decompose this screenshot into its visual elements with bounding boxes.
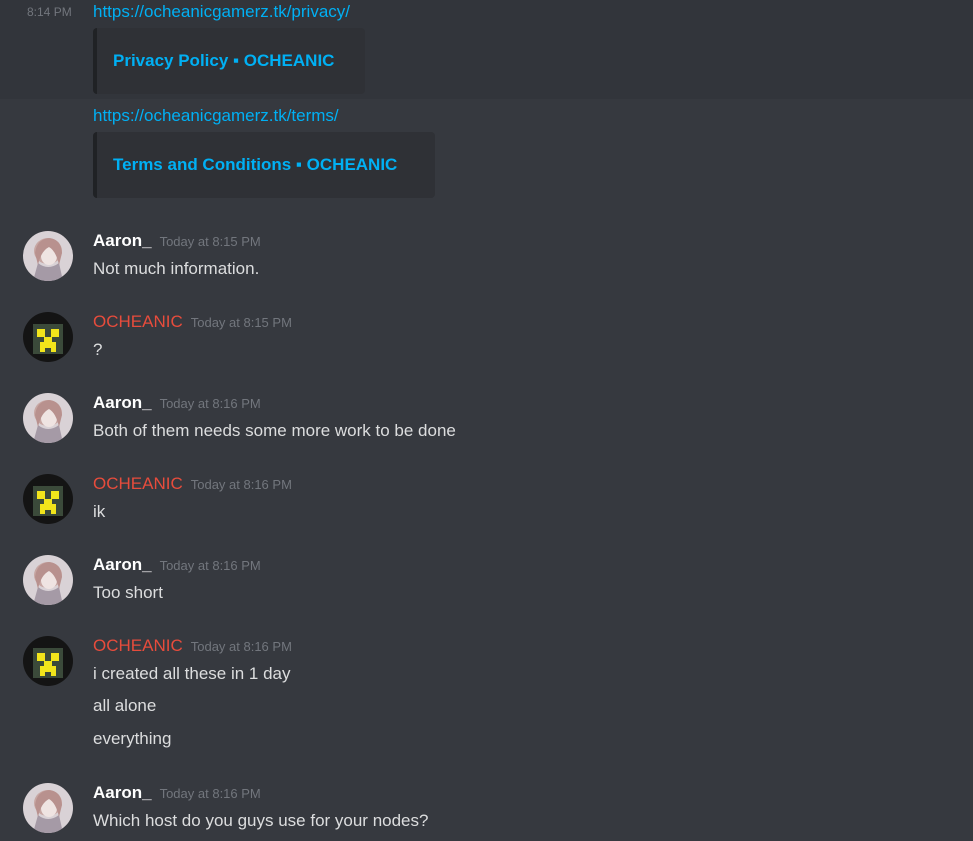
privacy-link[interactable]: https://ocheanicgamerz.tk/privacy/	[93, 2, 350, 22]
creeper-face-avatar-icon[interactable]	[23, 312, 73, 362]
message-text: ik	[93, 502, 106, 521]
message-header: OCHEANIC Today at 8:16 PM	[93, 636, 292, 656]
message-header: Aaron_ Today at 8:16 PM	[93, 783, 261, 803]
author-name[interactable]: Aaron_	[93, 393, 152, 412]
message-timestamp: 8:14 PM	[27, 5, 72, 19]
privacy-embed: Privacy Policy ▪ OCHEANIC	[93, 28, 365, 94]
anime-girl-avatar-icon[interactable]	[23, 231, 73, 281]
message-text: all alone	[93, 696, 157, 715]
anime-girl-avatar-icon[interactable]	[23, 783, 73, 833]
author-name[interactable]: OCHEANIC	[93, 312, 183, 331]
message-header: Aaron_ Today at 8:15 PM	[93, 231, 261, 251]
message-text: Which host do you guys use for your node…	[93, 811, 429, 830]
author-name[interactable]: OCHEANIC	[93, 474, 183, 493]
message-text: Not much information.	[93, 259, 260, 278]
message-time: Today at 8:16 PM	[190, 639, 292, 654]
message-text: everything	[93, 729, 172, 748]
author-name[interactable]: Aaron_	[93, 783, 152, 802]
creeper-face-avatar-icon[interactable]	[23, 474, 73, 524]
message-time: Today at 8:15 PM	[190, 315, 292, 330]
author-name[interactable]: OCHEANIC	[93, 636, 183, 655]
message-text: ?	[93, 340, 103, 359]
message-header: Aaron_ Today at 8:16 PM	[93, 393, 261, 413]
anime-girl-avatar-icon[interactable]	[23, 393, 73, 443]
message-time: Today at 8:16 PM	[190, 477, 292, 492]
author-name[interactable]: Aaron_	[93, 555, 152, 574]
author-name[interactable]: Aaron_	[93, 231, 152, 250]
message-time: Today at 8:16 PM	[159, 558, 261, 573]
message-time: Today at 8:16 PM	[159, 396, 261, 411]
message-text: i created all these in 1 day	[93, 664, 291, 683]
message-header: OCHEANIC Today at 8:16 PM	[93, 474, 292, 494]
message-text: Both of them needs some more work to be …	[93, 421, 456, 440]
terms-embed-title[interactable]: Terms and Conditions ▪ OCHEANIC	[113, 155, 397, 175]
terms-link[interactable]: https://ocheanicgamerz.tk/terms/	[93, 106, 339, 126]
message-time: Today at 8:16 PM	[159, 786, 261, 801]
creeper-face-avatar-icon[interactable]	[23, 636, 73, 686]
anime-girl-avatar-icon[interactable]	[23, 555, 73, 605]
message-time: Today at 8:15 PM	[159, 234, 261, 249]
terms-embed: Terms and Conditions ▪ OCHEANIC	[93, 132, 435, 198]
message-header: OCHEANIC Today at 8:15 PM	[93, 312, 292, 332]
message-header: Aaron_ Today at 8:16 PM	[93, 555, 261, 575]
message-text: Too short	[93, 583, 163, 602]
privacy-embed-title[interactable]: Privacy Policy ▪ OCHEANIC	[113, 51, 334, 71]
